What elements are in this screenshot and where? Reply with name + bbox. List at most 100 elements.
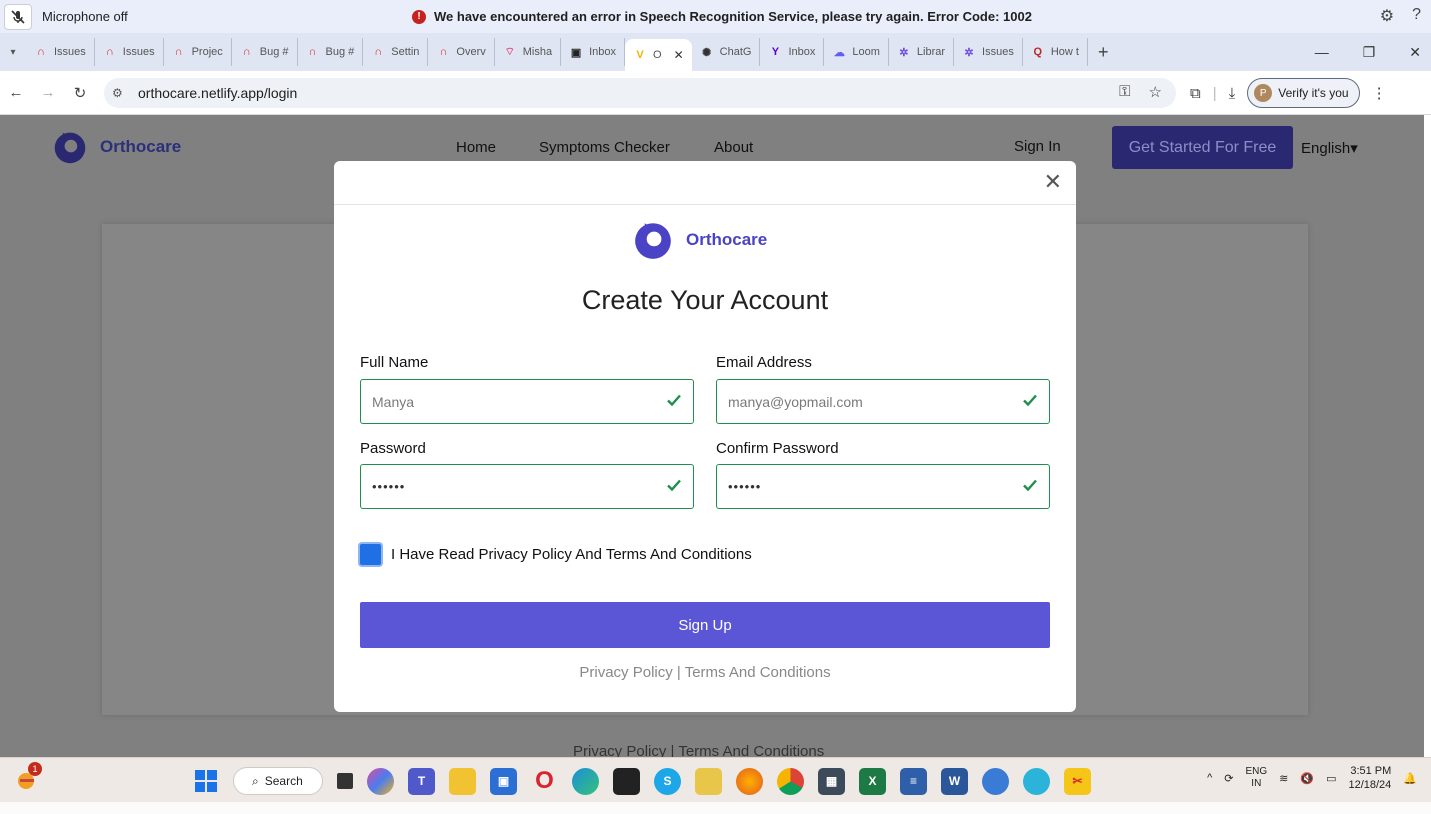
input-language[interactable]: ENG IN xyxy=(1245,766,1267,790)
password-key-icon[interactable]: ⚿ xyxy=(1119,83,1130,101)
chevron-up-icon[interactable]: ^ xyxy=(1207,772,1212,784)
tab-search-dropdown-icon[interactable]: ▾ xyxy=(0,47,26,58)
close-window-icon[interactable]: ✕ xyxy=(1409,44,1421,61)
browser-tab[interactable]: V O ✕ xyxy=(625,39,692,71)
store-icon[interactable]: ▣ xyxy=(490,767,517,795)
firefox-icon[interactable] xyxy=(736,767,763,795)
system-clock[interactable]: 3:51 PM 12/18/24 xyxy=(1348,764,1391,792)
red-arch-icon: ∩ xyxy=(174,46,183,58)
modal-title: Create Your Account xyxy=(581,285,829,315)
wifi-icon[interactable]: ≋ xyxy=(1279,772,1288,785)
word-icon[interactable]: W xyxy=(941,767,968,795)
email-field[interactable]: manya@yopmail.com xyxy=(716,379,1050,424)
modal-logo: Orthocare xyxy=(632,219,767,261)
orthocare-logo-icon xyxy=(635,223,671,259)
nav-about-link[interactable]: About xyxy=(714,139,753,156)
get-started-button[interactable]: Get Started For Free xyxy=(1112,126,1293,169)
modal-footer-links[interactable]: Privacy Policy | Terms And Conditions xyxy=(334,664,1076,681)
browser-tab[interactable]: ⌔ Misha xyxy=(495,38,562,66)
excel-icon[interactable]: X xyxy=(859,767,886,795)
terms-label[interactable]: I Have Read Privacy Policy And Terms And… xyxy=(391,546,752,563)
notepad-icon[interactable]: ≡ xyxy=(900,767,927,795)
task-view-icon[interactable] xyxy=(337,773,353,789)
browser-tab[interactable]: ▣ Inbox xyxy=(561,38,626,66)
password-field[interactable]: •••••• xyxy=(360,464,694,509)
download-icon[interactable]: ⤓ xyxy=(1229,85,1236,102)
site-logo[interactable]: Orthocare xyxy=(52,129,181,165)
close-modal-icon[interactable]: ✕ xyxy=(1044,171,1062,193)
settings-gear-icon[interactable]: ⚙ xyxy=(1380,6,1394,26)
restore-window-icon[interactable]: ❐ xyxy=(1363,44,1376,61)
camera-icon[interactable] xyxy=(982,767,1009,795)
browser-tab[interactable]: Y Inbox xyxy=(760,38,825,66)
browser-tab[interactable]: ∩ Overv xyxy=(428,38,495,66)
copilot-icon[interactable] xyxy=(367,767,394,795)
browser-tab[interactable]: ∩ Bug # xyxy=(232,38,298,66)
skype-icon[interactable]: S xyxy=(654,767,681,795)
notifications-bell-icon[interactable]: 🔔 xyxy=(1403,772,1417,785)
taskbar-search-box[interactable]: ⌕ Search xyxy=(233,767,323,795)
start-windows-icon[interactable] xyxy=(192,768,219,795)
microphone-off-button[interactable] xyxy=(4,3,32,30)
full-name-field[interactable]: Manya xyxy=(360,379,694,424)
confirm-password-field[interactable]: •••••• xyxy=(716,464,1050,509)
bookmark-star-icon[interactable]: ☆ xyxy=(1149,83,1162,101)
browser-menu-kebab-icon[interactable]: ⋮ xyxy=(1372,84,1387,102)
snipping-tool-icon[interactable]: ✂ xyxy=(1064,767,1091,795)
url-omnibox[interactable]: ⚙ orthocare.netlify.app/login ⚿ ☆ xyxy=(104,78,1176,108)
tab-label: Issues xyxy=(982,46,1014,58)
browser-tab[interactable]: ∩ Issues xyxy=(95,38,164,66)
nav-home-link[interactable]: Home xyxy=(456,139,496,156)
browser-tab[interactable]: ∩ Issues xyxy=(26,38,95,66)
browser-tab[interactable]: ✲ Issues xyxy=(954,38,1023,66)
speech-error-message: ! We have encountered an error in Speech… xyxy=(412,0,1032,33)
tab-label: ChatG xyxy=(719,46,752,58)
v-logo-icon: V xyxy=(636,49,644,61)
browser-tab[interactable]: ∩ Bug # xyxy=(298,38,364,66)
minimize-window-icon[interactable]: — xyxy=(1315,44,1329,60)
browser-tab[interactable]: ✺ ChatG xyxy=(692,38,761,66)
paint-icon[interactable] xyxy=(695,767,722,795)
verify-its-you-button[interactable]: P Verify it's you xyxy=(1247,78,1360,108)
terms-checkbox[interactable] xyxy=(358,542,383,567)
calculator-icon[interactable]: ▦ xyxy=(818,767,845,795)
clock-date: 12/18/24 xyxy=(1348,779,1392,791)
sign-up-button[interactable]: Sign Up xyxy=(360,602,1050,648)
weather-widget[interactable]: 1 xyxy=(14,762,42,797)
nav-symptoms-checker-link[interactable]: Symptoms Checker xyxy=(539,139,670,156)
reload-icon[interactable]: ↻ xyxy=(64,84,96,102)
browser-tab[interactable]: ✲ Librar xyxy=(889,38,955,66)
file-explorer-icon[interactable] xyxy=(449,767,476,795)
new-tab-button[interactable]: + xyxy=(1088,42,1119,63)
valid-check-icon xyxy=(667,394,681,407)
sticky-notes-icon[interactable] xyxy=(613,767,640,795)
orthocare-logo-icon xyxy=(54,132,86,164)
people-icon[interactable] xyxy=(1023,767,1050,795)
url-text[interactable]: orthocare.netlify.app/login xyxy=(138,85,297,101)
browser-tab[interactable]: ∩ Projec xyxy=(164,38,232,66)
sync-icon[interactable]: ⟳ xyxy=(1224,772,1233,785)
forward-arrow-icon[interactable]: → xyxy=(32,84,64,101)
opera-icon[interactable]: O xyxy=(531,767,558,795)
edge-icon[interactable] xyxy=(572,767,599,795)
sign-in-link[interactable]: Sign In xyxy=(1014,138,1061,155)
windows-taskbar: 1 ⌕ Search T ▣ O S ▦ X ≡ W ✂ ^ ⟳ ENG IN … xyxy=(0,757,1431,802)
extensions-puzzle-icon[interactable]: ⧉ xyxy=(1190,85,1201,102)
language-selector[interactable]: English▾ xyxy=(1301,139,1358,157)
chrome-icon[interactable] xyxy=(777,767,804,795)
chatgpt-icon: ✺ xyxy=(702,46,712,59)
tab-label: Misha xyxy=(522,46,553,58)
browser-tab[interactable]: Q How t xyxy=(1023,38,1088,66)
volume-muted-icon[interactable]: 🔇 xyxy=(1300,772,1314,785)
taskbar-search-label: Search xyxy=(264,774,303,788)
site-info-icon[interactable]: ⚙ xyxy=(112,86,138,100)
microphone-status-label: Microphone off xyxy=(42,9,128,24)
teams-icon[interactable]: T xyxy=(408,767,435,795)
back-arrow-icon[interactable]: ← xyxy=(0,84,32,101)
help-icon[interactable]: ? xyxy=(1412,6,1421,26)
browser-tab[interactable]: ☁ Loom xyxy=(824,38,889,66)
browser-tab[interactable]: ∩ Settin xyxy=(363,38,429,66)
battery-icon[interactable]: ▭ xyxy=(1326,772,1336,785)
close-tab-icon[interactable]: ✕ xyxy=(674,48,684,62)
valid-check-icon xyxy=(1023,479,1037,492)
